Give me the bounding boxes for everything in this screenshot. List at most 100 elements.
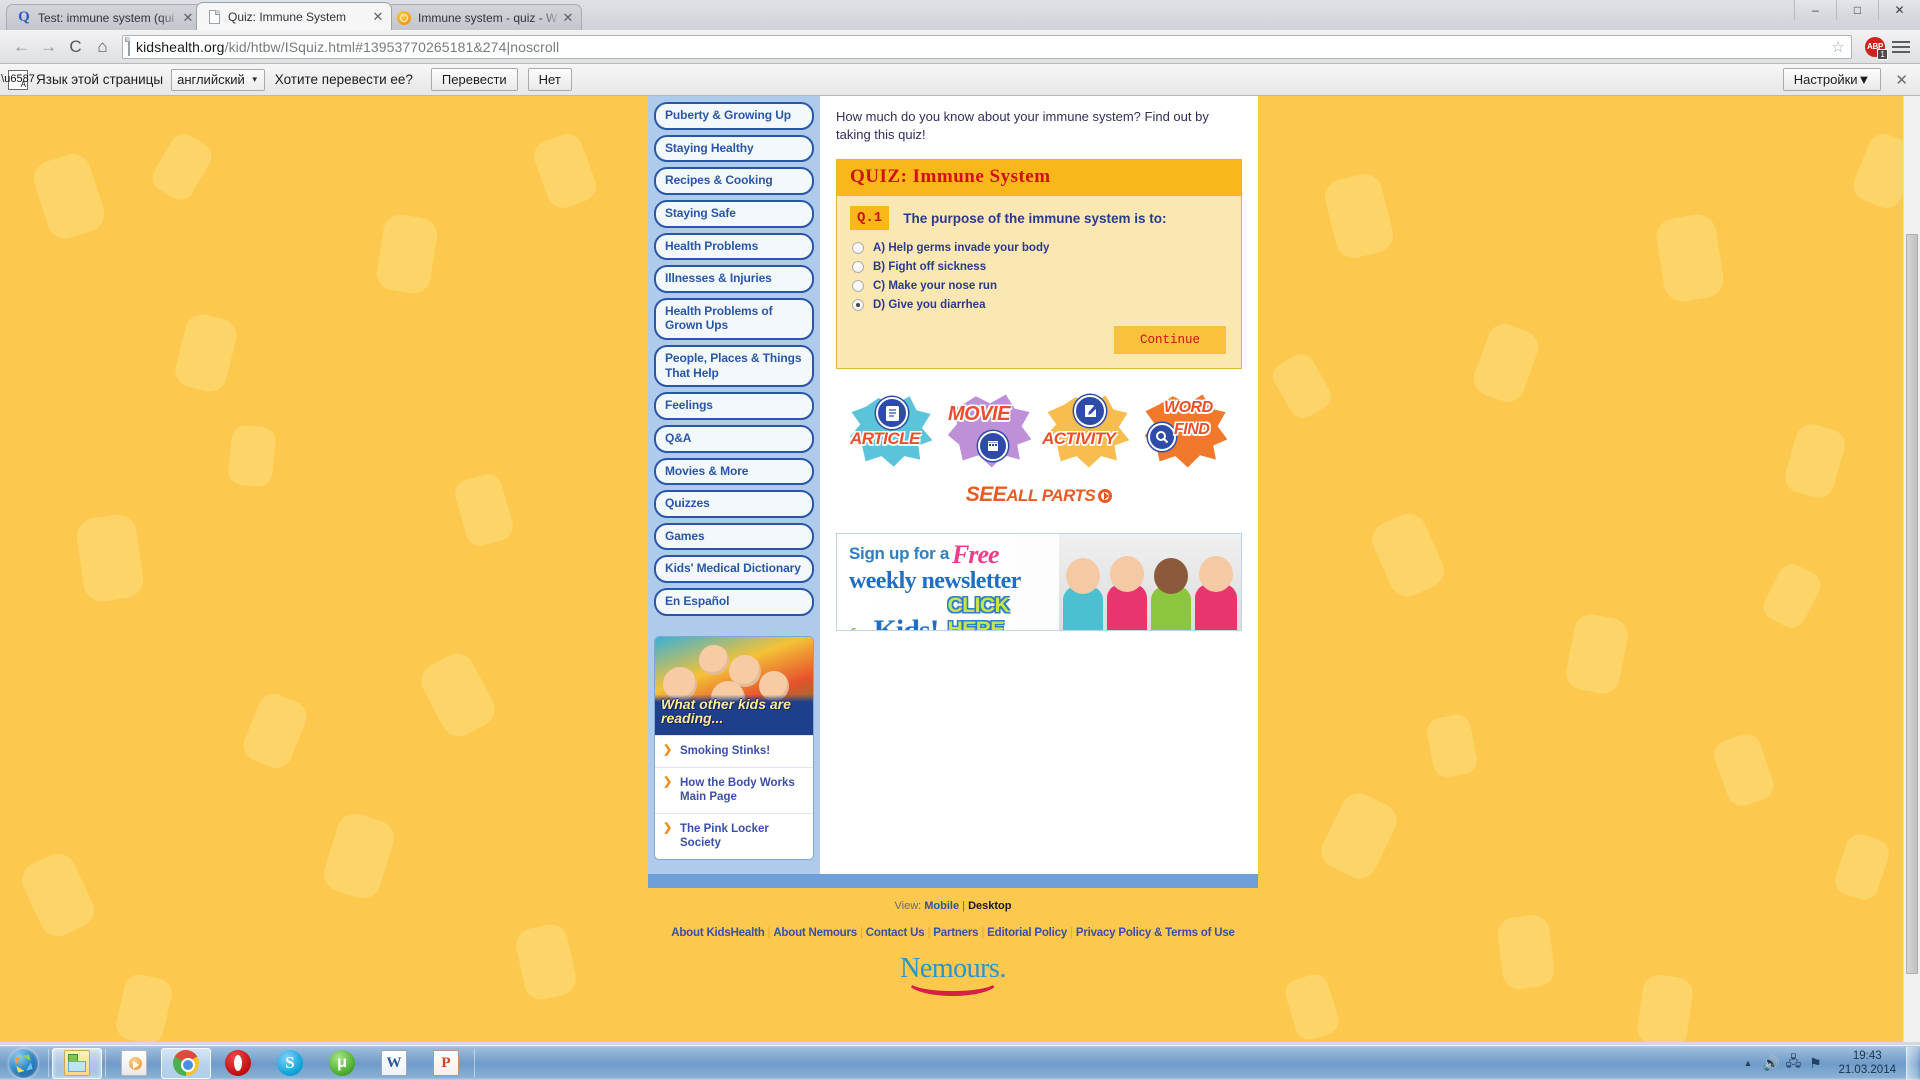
list-item[interactable]: ❯ The Pink Locker Society	[655, 812, 813, 859]
sidebar-item-recipes[interactable]: Recipes & Cooking	[654, 167, 814, 195]
tab-title: Immune system - quiz - W	[418, 10, 558, 25]
translate-settings-button[interactable]: Настройки ▼	[1782, 68, 1882, 91]
footer-link-contact-us[interactable]: Contact Us	[866, 927, 925, 939]
taskbar-skype[interactable]: S	[265, 1048, 315, 1079]
see-all-bold: SEE	[965, 483, 1007, 507]
taskbar-microsoft-word[interactable]: W	[369, 1048, 419, 1079]
reload-icon[interactable]: C	[62, 34, 89, 60]
tab-title: Test: immune system (qui	[38, 10, 175, 25]
list-item[interactable]: ❯ Smoking Stinks!	[655, 734, 813, 767]
question-number-badge: Q.1	[850, 206, 890, 231]
radio-button[interactable]	[852, 280, 864, 293]
browser-tab-1[interactable]: Q Test: immune system (qui ✕	[6, 4, 202, 30]
bookmark-star-icon[interactable]: ☆	[1829, 38, 1847, 56]
radio-button-selected[interactable]	[852, 299, 864, 312]
quiz-option-c[interactable]: C) Make your nose run	[852, 280, 1228, 293]
radio-button[interactable]	[852, 261, 864, 274]
sidebar-item-staying-healthy[interactable]: Staying Healthy	[654, 134, 814, 163]
taskbar-utorrent[interactable]: μ	[317, 1048, 367, 1079]
sidebar-item-puberty[interactable]: Puberty & Growing Up	[654, 102, 814, 130]
taskbar-opera[interactable]	[213, 1048, 263, 1079]
powerpoint-icon: P	[433, 1050, 459, 1076]
view-mobile-link[interactable]: Mobile	[924, 900, 959, 912]
volume-icon[interactable]: 🔊	[1760, 1055, 1782, 1072]
sidebar-item-feelings[interactable]: Feelings	[654, 392, 814, 420]
banner-cta[interactable]: CLICK HERE	[948, 594, 1059, 630]
option-label: C) Make your nose run	[873, 280, 997, 293]
chrome-menu-icon[interactable]	[1892, 38, 1910, 56]
translate-button[interactable]: Перевести	[430, 68, 518, 91]
radio-button[interactable]	[852, 242, 864, 255]
page-scrollbar[interactable]	[1903, 96, 1920, 1042]
sidebar-item-quizzes[interactable]: Quizzes	[654, 490, 814, 518]
sidebar-item-staying-safe[interactable]: Staying Safe	[654, 199, 814, 228]
scrollbar-thumb[interactable]	[1906, 234, 1918, 974]
sidebar-item-health-problems[interactable]: Health Problems	[654, 232, 814, 261]
article-link[interactable]: ARTICLE	[848, 391, 936, 469]
continue-button[interactable]: Continue	[1113, 326, 1226, 355]
infobar-close-icon[interactable]: ✕	[1895, 71, 1908, 89]
browser-tab-3[interactable]: Immune system - quiz - W ✕	[386, 4, 582, 30]
maximize-button[interactable]: □	[1836, 0, 1878, 20]
footer-link-editorial-policy[interactable]: Editorial Policy	[987, 927, 1067, 939]
language-select[interactable]: английский ▼	[171, 68, 265, 91]
taskbar-file-explorer[interactable]	[52, 1047, 102, 1079]
back-icon[interactable]: ←	[8, 34, 35, 60]
close-icon[interactable]: ✕	[181, 11, 195, 25]
url-domain: kidshealth.org	[136, 38, 225, 55]
quiz-card: QUIZ: Immune System Q.1 The purpose of t…	[836, 159, 1242, 370]
url-path: /kid/htbw/ISquiz.html#13953770265181&274…	[224, 38, 560, 55]
sidebar-item-movies[interactable]: Movies & More	[654, 457, 814, 486]
sidebar-item-qa[interactable]: Q&A	[654, 424, 814, 453]
sidebar-item-people-places[interactable]: People, Places & Things That Help	[654, 345, 814, 388]
chevron-down-icon: ▼	[250, 75, 259, 84]
word-find-label: WORD	[1164, 399, 1213, 417]
taskbar-media-player[interactable]	[109, 1048, 159, 1079]
see-all-parts-link[interactable]: SEEALL PARTS	[836, 483, 1242, 507]
language-value: английский	[177, 72, 245, 87]
taskbar-google-chrome[interactable]	[161, 1047, 211, 1079]
adblock-plus-icon[interactable]: ABP 1	[1865, 36, 1888, 60]
close-window-button[interactable]: ✕	[1878, 0, 1920, 20]
show-desktop-button[interactable]	[1906, 1046, 1918, 1080]
banner-for: for	[849, 626, 869, 630]
view-desktop-label[interactable]: Desktop	[968, 900, 1011, 912]
quiz-option-b[interactable]: B) Fight off sickness	[852, 261, 1228, 274]
address-bar[interactable]: kidshealth.org/kid/htbw/ISquiz.html#1395…	[122, 34, 1852, 59]
utorrent-icon: μ	[329, 1050, 355, 1076]
sidebar-item-grown-ups[interactable]: Health Problems of Grown Ups	[654, 297, 814, 340]
movie-link[interactable]: MOVIE	[946, 391, 1034, 469]
decline-translate-button[interactable]: Нет	[527, 68, 572, 91]
activity-link[interactable]: ACTIVITY	[1042, 391, 1132, 469]
quiz-option-d[interactable]: D) Give you diarrhea	[852, 299, 1228, 312]
nemours-wordmark: Nemours.	[900, 952, 1006, 984]
divider	[474, 1049, 475, 1077]
taskbar-microsoft-powerpoint[interactable]: P	[421, 1048, 471, 1079]
nemours-swoosh	[908, 981, 998, 996]
browser-tab-2[interactable]: Quiz: Immune System ✕	[196, 2, 392, 30]
close-icon[interactable]: ✕	[371, 10, 385, 24]
quiz-title: QUIZ: Immune System	[850, 166, 1051, 188]
start-button[interactable]	[0, 1047, 46, 1080]
word-find-link[interactable]: WORD FIND	[1142, 391, 1230, 469]
quiz-option-a[interactable]: A) Help germs invade your body	[852, 242, 1228, 255]
sidebar-item-espanol[interactable]: En Español	[654, 588, 814, 616]
what-other-kids-widget: What other kids are reading... ❯ Smoking…	[654, 635, 814, 860]
sidebar-item-dictionary[interactable]: Kids' Medical Dictionary	[654, 555, 814, 583]
network-icon[interactable]: 🖧	[1782, 1051, 1804, 1075]
footer-link-privacy-policy[interactable]: Privacy Policy & Terms of Use	[1076, 927, 1235, 939]
sidebar-item-illnesses[interactable]: Illnesses & Injuries	[654, 265, 814, 293]
close-icon[interactable]: ✕	[561, 11, 575, 25]
newsletter-banner[interactable]: Sign up for aFree weekly newsletter for …	[836, 533, 1242, 632]
forward-icon[interactable]: →	[35, 34, 62, 60]
footer-link-about-kidshealth[interactable]: About KidsHealth	[671, 927, 764, 939]
list-item[interactable]: ❯ How the Body Works Main Page	[655, 766, 813, 813]
action-center-flag-icon[interactable]: ⚑	[1804, 1055, 1826, 1072]
sidebar-item-games[interactable]: Games	[654, 522, 814, 551]
footer-link-about-nemours[interactable]: About Nemours	[773, 927, 857, 939]
minimize-button[interactable]: –	[1794, 0, 1836, 20]
home-icon[interactable]: ⌂	[89, 34, 116, 60]
footer-link-partners[interactable]: Partners	[933, 927, 978, 939]
show-hidden-icons-icon[interactable]: ▲	[1744, 1058, 1753, 1068]
clock[interactable]: 19:43 21.03.2014	[1838, 1049, 1896, 1078]
